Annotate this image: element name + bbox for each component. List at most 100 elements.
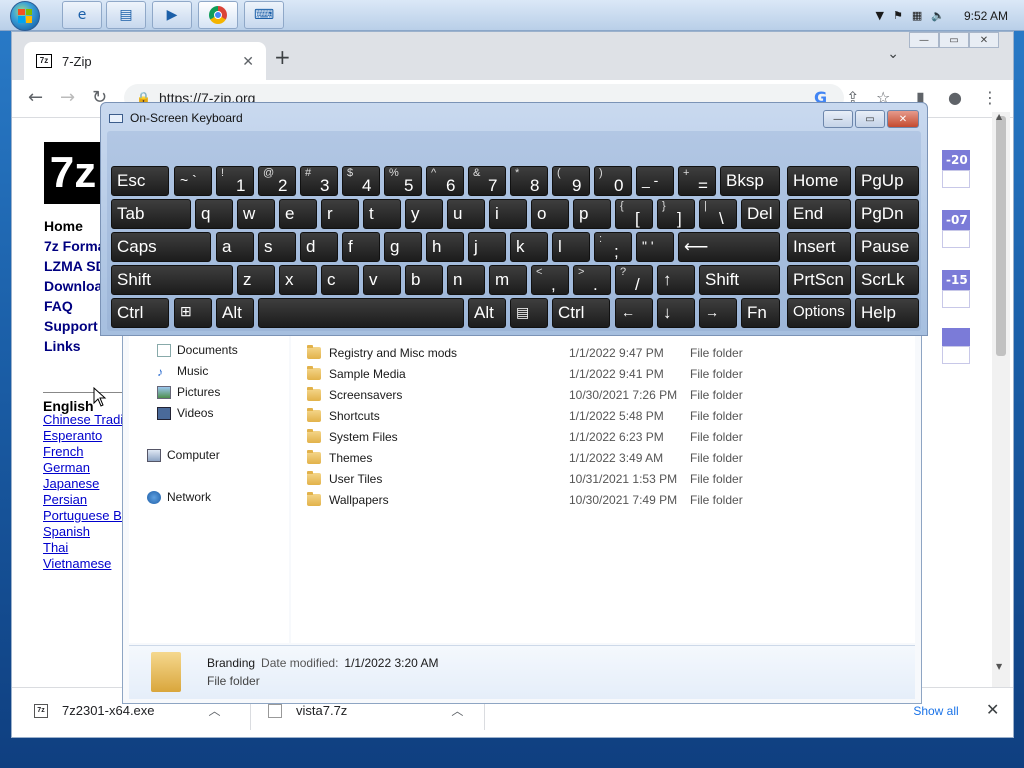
- lang-link[interactable]: Spanish: [43, 524, 129, 540]
- key-1[interactable]: ! 1: [216, 166, 254, 196]
- key-c[interactable]: c: [321, 265, 359, 295]
- key-menu[interactable]: ▤: [510, 298, 548, 328]
- file-row[interactable]: Screensavers 10/30/2021 7:26 PM File fol…: [307, 385, 743, 405]
- action-center-icon[interactable]: ⚑: [893, 9, 903, 22]
- key-caps[interactable]: Caps: [111, 232, 211, 262]
- key-semicolon[interactable]: :;: [594, 232, 632, 262]
- key-g[interactable]: g: [384, 232, 422, 262]
- clock[interactable]: 9:52 AM: [964, 9, 1008, 23]
- scrollbar-thumb[interactable]: [996, 116, 1006, 356]
- key-h[interactable]: h: [426, 232, 464, 262]
- key-backslash[interactable]: | \: [699, 199, 737, 229]
- key-insert[interactable]: Insert: [787, 232, 851, 262]
- key-ctrl-right[interactable]: Ctrl: [552, 298, 610, 328]
- minimize-button[interactable]: —: [909, 32, 939, 48]
- key-y[interactable]: y: [405, 199, 443, 229]
- key-pgup[interactable]: PgUp: [855, 166, 919, 196]
- key-alt-left[interactable]: Alt: [216, 298, 254, 328]
- scroll-up-icon[interactable]: ▲: [996, 112, 1002, 121]
- key-9[interactable]: (9: [552, 166, 590, 196]
- key-arrow-up[interactable]: ↑: [657, 265, 695, 295]
- windows-explorer-icon[interactable]: ▤: [106, 1, 146, 29]
- close-button[interactable]: ✕: [969, 32, 999, 48]
- key-5[interactable]: % 5: [384, 166, 422, 196]
- lang-link[interactable]: Esperanto: [43, 428, 129, 444]
- key-e[interactable]: e: [279, 199, 317, 229]
- key-pgdn[interactable]: PgDn: [855, 199, 919, 229]
- file-row[interactable]: Shortcuts 1/1/2022 5:48 PM File folder: [307, 406, 743, 426]
- key-6[interactable]: ^ 6: [426, 166, 464, 196]
- key-u[interactable]: u: [447, 199, 485, 229]
- key-0[interactable]: ) 0: [594, 166, 632, 196]
- key-w[interactable]: w: [237, 199, 275, 229]
- close-tab-icon[interactable]: ✕: [242, 53, 254, 70]
- key-pause[interactable]: Pause: [855, 232, 919, 262]
- file-row[interactable]: Themes 1/1/2022 3:49 AM File folder: [307, 448, 743, 468]
- key-equals[interactable]: + =: [678, 166, 716, 196]
- nav-documents[interactable]: Documents: [157, 343, 238, 357]
- key-scrlk[interactable]: ScrLk: [855, 265, 919, 295]
- profile-avatar-icon[interactable]: ●: [948, 88, 962, 107]
- key-period[interactable]: >.: [573, 265, 611, 295]
- lang-link[interactable]: Thai: [43, 540, 129, 556]
- key-esc[interactable]: Esc: [111, 166, 169, 196]
- key-enter[interactable]: ⟵: [678, 232, 780, 262]
- download-item[interactable]: 7z 7z2301-x64.exe ︿: [34, 702, 221, 719]
- key-arrow-down[interactable]: ↓: [657, 298, 695, 328]
- key-right-bracket[interactable]: }]: [657, 199, 695, 229]
- key-arrow-right[interactable]: →: [699, 298, 737, 328]
- key-z[interactable]: z: [237, 265, 275, 295]
- internet-explorer-icon[interactable]: e: [62, 1, 102, 29]
- lang-link[interactable]: Chinese Traditional: [43, 412, 129, 428]
- key-fn[interactable]: Fn: [741, 298, 780, 328]
- key-d[interactable]: d: [300, 232, 338, 262]
- close-download-bar-icon[interactable]: ✕: [986, 700, 999, 719]
- tab-search-icon[interactable]: ⌄: [887, 46, 899, 62]
- nav-network[interactable]: Network: [147, 490, 211, 504]
- key-backspace[interactable]: Bksp: [720, 166, 780, 196]
- key-b[interactable]: b: [405, 265, 443, 295]
- maximize-button[interactable]: ▭: [855, 110, 885, 128]
- menu-kebab-icon[interactable]: ⋮: [982, 88, 998, 107]
- key-alt-right[interactable]: Alt: [468, 298, 506, 328]
- key-t[interactable]: t: [363, 199, 401, 229]
- on-screen-keyboard-taskbar-icon[interactable]: ⌨: [244, 1, 284, 29]
- key-left-bracket[interactable]: {[: [615, 199, 653, 229]
- scroll-down-icon[interactable]: ▼: [996, 662, 1002, 671]
- key-q[interactable]: q: [195, 199, 233, 229]
- key-comma[interactable]: <,: [531, 265, 569, 295]
- key-windows[interactable]: ⊞: [174, 298, 212, 328]
- key-help[interactable]: Help: [855, 298, 919, 328]
- key-prtscn[interactable]: PrtScn: [787, 265, 851, 295]
- key-r[interactable]: r: [321, 199, 359, 229]
- key-minus[interactable]: _ -: [636, 166, 674, 196]
- key-m[interactable]: m: [489, 265, 527, 295]
- lang-link[interactable]: Portuguese Brazil: [43, 508, 129, 524]
- key-7[interactable]: & 7: [468, 166, 506, 196]
- nav-music[interactable]: ♪ Music: [157, 364, 208, 379]
- key-l[interactable]: l: [552, 232, 590, 262]
- chrome-icon[interactable]: [198, 1, 238, 29]
- volume-icon[interactable]: 🔈: [931, 9, 945, 22]
- key-options[interactable]: Options: [787, 298, 851, 328]
- file-row[interactable]: User Tiles 10/31/2021 1:53 PM File folde…: [307, 469, 743, 489]
- key-arrow-left[interactable]: ←: [615, 298, 653, 328]
- key-slash[interactable]: ? /: [615, 265, 653, 295]
- new-tab-button[interactable]: +: [274, 45, 291, 69]
- start-button[interactable]: [4, 0, 46, 31]
- file-row[interactable]: Registry and Misc mods 1/1/2022 9:47 PM …: [307, 343, 743, 363]
- close-button[interactable]: ✕: [887, 110, 919, 128]
- key-s[interactable]: s: [258, 232, 296, 262]
- key-j[interactable]: j: [468, 232, 506, 262]
- back-icon[interactable]: ←: [28, 87, 43, 108]
- key-2[interactable]: @2: [258, 166, 296, 196]
- key-space[interactable]: [258, 298, 464, 328]
- key-f[interactable]: f: [342, 232, 380, 262]
- key-o[interactable]: o: [531, 199, 569, 229]
- lang-link[interactable]: Vietnamese: [43, 556, 129, 572]
- key-8[interactable]: * 8: [510, 166, 548, 196]
- key-tilde[interactable]: ~ `: [174, 166, 212, 196]
- lang-link[interactable]: French: [43, 444, 129, 460]
- key-v[interactable]: v: [363, 265, 401, 295]
- key-4[interactable]: $4: [342, 166, 380, 196]
